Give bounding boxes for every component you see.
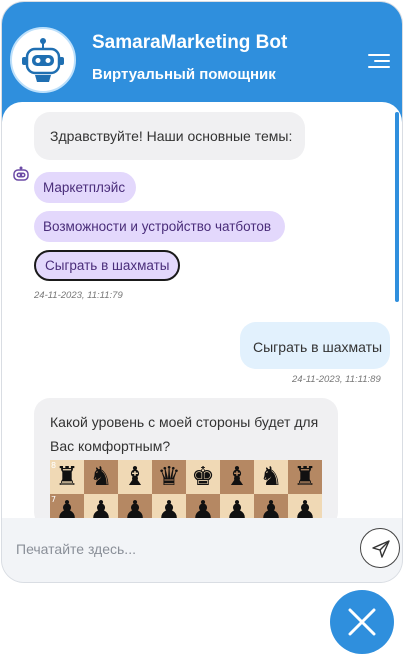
black-pawn-icon[interactable]: ♟ <box>186 494 220 518</box>
greeting-text: Здравствуйте! Наши основные темы: <box>50 128 293 144</box>
bot-message-timestamp: 24-11-2023, 11:11:79 <box>34 290 123 301</box>
message-list[interactable]: Здравствуйте! Наши основные темы: Маркет… <box>2 102 402 518</box>
bot-name: SamaraMarketing Bot <box>92 32 288 53</box>
question-text-line-2: Вас комфортным? <box>50 438 171 454</box>
robot-icon <box>22 38 64 82</box>
send-icon <box>372 540 390 558</box>
black-pawn-icon[interactable]: ♟ <box>152 494 186 518</box>
bot-message-greeting: Здравствуйте! Наши основные темы: <box>34 112 305 160</box>
bot-mini-avatar-icon <box>13 166 29 181</box>
black-queen-icon[interactable]: ♛ <box>152 460 186 494</box>
chess-board[interactable]: ♜ ♞ ♝ ♛ ♚ ♝ ♞ ♜ ♟ ♟ ♟ ♟ ♟ ♟ ♟ ♟ 8 7 <box>50 460 322 518</box>
black-pawn-icon[interactable]: ♟ <box>288 494 322 518</box>
black-pawn-icon[interactable]: ♟ <box>84 494 118 518</box>
question-text-line-1: Какой уровень с моей стороны будет для <box>50 414 319 430</box>
message-scrollbar[interactable] <box>395 112 399 302</box>
send-button[interactable] <box>360 528 400 568</box>
black-rook-icon[interactable]: ♜ <box>288 460 322 494</box>
black-pawn-icon[interactable]: ♟ <box>118 494 152 518</box>
close-icon <box>348 608 376 636</box>
hamburger-menu-icon[interactable] <box>368 52 390 70</box>
black-knight-icon[interactable]: ♞ <box>84 460 118 494</box>
black-king-icon[interactable]: ♚ <box>186 460 220 494</box>
bot-subtitle: Виртуальный помощник <box>92 66 276 83</box>
black-pawn-icon[interactable]: ♟ <box>220 494 254 518</box>
black-knight-icon[interactable]: ♞ <box>254 460 288 494</box>
bot-message-chess: Какой уровень с моей стороны будет для В… <box>34 398 338 518</box>
option-marketplace[interactable]: Маркетплэйс <box>34 172 136 203</box>
black-bishop-icon[interactable]: ♝ <box>220 460 254 494</box>
close-chat-button[interactable] <box>330 590 394 654</box>
message-input[interactable] <box>14 532 348 566</box>
rank-label-8: 8 <box>51 461 57 470</box>
black-pawn-icon[interactable]: ♟ <box>254 494 288 518</box>
user-message-timestamp: 24-11-2023, 11:11:89 <box>292 374 381 385</box>
rank-label-7: 7 <box>51 495 57 504</box>
user-message-text: Сыграть в шахматы <box>253 339 383 355</box>
black-bishop-icon[interactable]: ♝ <box>118 460 152 494</box>
bot-avatar <box>10 27 76 93</box>
option-chess[interactable]: Сыграть в шахматы <box>34 250 180 281</box>
chat-widget: SamaraMarketing Bot Виртуальный помощник… <box>2 2 402 582</box>
user-message: Сыграть в шахматы <box>240 322 390 369</box>
option-chatbots[interactable]: Возможности и устройство чатботов <box>34 211 285 242</box>
composer <box>2 518 402 582</box>
